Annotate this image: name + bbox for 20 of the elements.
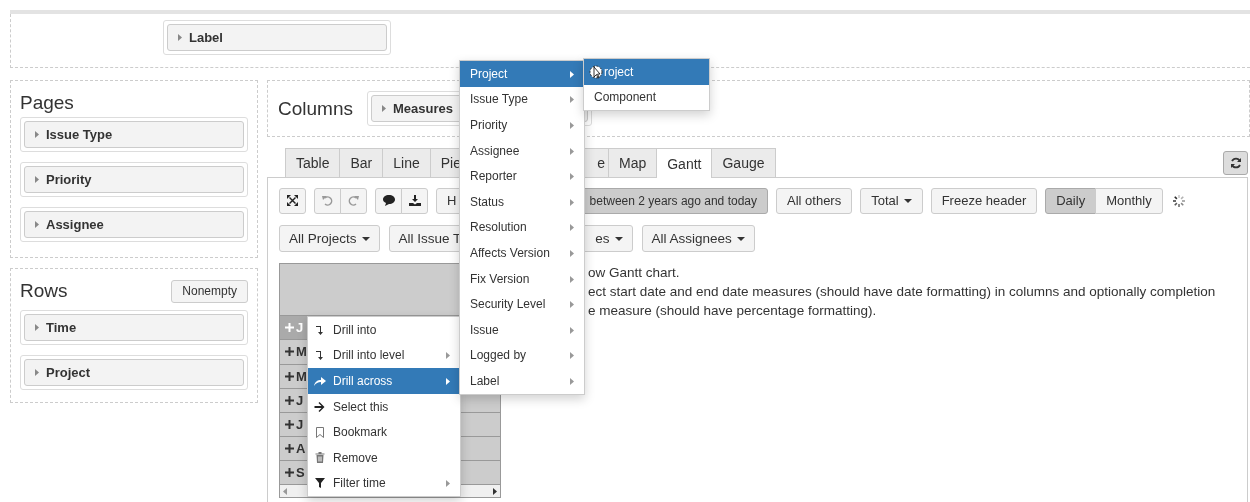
chip-label: Project [46,365,91,380]
row-label: M [296,344,307,360]
chip-label: Time [46,320,77,335]
row-label: M [296,368,307,384]
chip-label: Label [189,30,223,45]
row-label: S [296,465,305,481]
info-text: e measure (should have percentage formatting). [588,303,878,319]
chip-label: Assignee [46,217,104,232]
panel-title: Columns [278,96,353,121]
info-text: ect start date and end date measures (should have date formatting) in columns and optionally completion [588,284,1216,300]
panel-title: Pages [20,91,75,115]
row-label: J [296,392,304,408]
chip-label: Priority [46,172,92,187]
chip-label: Measures [393,101,453,116]
panel-title: Rows [20,279,68,303]
chip-label: Issue Type [46,127,113,142]
row-label: J [296,416,304,432]
info-text: ow Gantt chart. [588,265,681,281]
row-label: J [296,320,304,336]
row-label: A [296,441,306,457]
